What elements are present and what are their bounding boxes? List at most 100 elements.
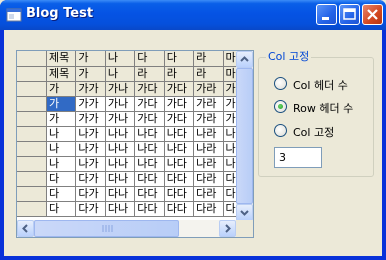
column-header-cell[interactable]: 라	[193, 51, 224, 67]
row-header-cell[interactable]	[17, 141, 47, 157]
grid-cell[interactable]: 다라	[193, 186, 224, 202]
grid-row[interactable]: 가가가가나가다가다가라가마	[17, 81, 253, 97]
grid-cell[interactable]: 다다	[134, 201, 165, 217]
column-header-cell[interactable]: 라	[164, 66, 195, 82]
row-header-cell[interactable]	[17, 186, 47, 202]
grid-row[interactable]: 가가가가나가다가다가라가마	[17, 111, 253, 127]
scroll-left-button[interactable]	[17, 220, 34, 237]
row-header-cell[interactable]	[17, 201, 47, 217]
scroll-down-button[interactable]	[236, 204, 253, 221]
grid-cell[interactable]: 나다	[164, 156, 195, 172]
column-header-cell[interactable]: 가다	[134, 81, 165, 97]
count-input[interactable]: 3	[274, 147, 322, 168]
title-bar[interactable]: Blog Test	[0, 0, 386, 30]
grid-cell[interactable]: 다	[46, 186, 77, 202]
horizontal-scrollbar[interactable]	[17, 220, 236, 237]
grid-cell[interactable]: 나라	[193, 126, 224, 142]
minimize-button[interactable]	[316, 4, 337, 25]
grid-cell[interactable]: 다	[46, 201, 77, 217]
grid-cell[interactable]: 나	[46, 126, 77, 142]
grid-cell[interactable]: 다가	[75, 201, 106, 217]
vertical-scroll-thumb[interactable]	[236, 68, 253, 204]
column-header-cell[interactable]: 나	[105, 66, 136, 82]
grid-cell[interactable]: 가나	[105, 96, 136, 112]
grid-cell[interactable]: 나가	[75, 141, 106, 157]
grid-row[interactable]: 다다가다나다다다다다라다마	[17, 186, 253, 202]
grid-cell[interactable]: 나	[46, 156, 77, 172]
grid-cell[interactable]: 가다	[134, 96, 165, 112]
column-header-cell[interactable]: 가	[75, 66, 106, 82]
grid-cell[interactable]: 가나	[105, 111, 136, 127]
grid-cell[interactable]: 가다	[164, 111, 195, 127]
grid-cell[interactable]: 나가	[75, 156, 106, 172]
column-header-cell[interactable]: 다	[134, 51, 165, 67]
grid-cell[interactable]: 다	[46, 171, 77, 187]
grid-cell[interactable]: 나라	[193, 141, 224, 157]
scroll-up-button[interactable]	[236, 51, 253, 68]
grid-cell[interactable]: 나나	[105, 141, 136, 157]
grid-cell[interactable]: 다나	[105, 171, 136, 187]
grid-row[interactable]: 제목 가 나 라 라 라 마	[17, 66, 253, 82]
column-header-cell[interactable]: 라	[193, 66, 224, 82]
horizontal-scroll-thumb[interactable]	[34, 220, 179, 237]
grid-cell[interactable]: 나다	[134, 126, 165, 142]
column-header-cell[interactable]: 가	[46, 81, 77, 97]
grid-cell[interactable]: 가라	[193, 111, 224, 127]
grid-cell[interactable]: 나가	[75, 126, 106, 142]
grid-cell[interactable]: 가	[46, 96, 77, 112]
grid-cell[interactable]: 가다	[134, 111, 165, 127]
grid-cell[interactable]: 가라	[193, 96, 224, 112]
data-grid[interactable]: 제목가나다다라마제목가나라라라마가가가가나가다가다가라가마가가가가나가다가다가라…	[16, 50, 254, 238]
column-header-cell[interactable]: 가가	[75, 81, 106, 97]
row-header-cell[interactable]	[17, 156, 47, 172]
grid-cell[interactable]: 다가	[75, 171, 106, 187]
column-header-cell[interactable]: 제목	[46, 51, 77, 67]
grid-cell[interactable]: 다다	[164, 171, 195, 187]
vertical-scrollbar[interactable]	[236, 51, 253, 221]
grid-row[interactable]: 다다가다나다다다다다라다마	[17, 201, 253, 217]
grid-cell[interactable]: 나다	[134, 141, 165, 157]
row-header-cell[interactable]	[17, 111, 47, 127]
radio-col-fixed[interactable]: Col 고정	[274, 123, 374, 139]
grid-cell[interactable]: 나다	[164, 126, 195, 142]
grid-cell[interactable]: 다나	[105, 201, 136, 217]
grid-cell[interactable]: 가다	[164, 96, 195, 112]
scroll-right-button[interactable]	[219, 220, 236, 237]
row-header-cell[interactable]	[17, 66, 47, 82]
grid-cell[interactable]: 나다	[134, 156, 165, 172]
grid-cell[interactable]: 나다	[164, 141, 195, 157]
column-header-cell[interactable]: 라	[134, 66, 165, 82]
row-header-cell[interactable]	[17, 126, 47, 142]
column-header-cell[interactable]: 다	[164, 51, 195, 67]
grid-row[interactable]: 다다가다나다다다다다라다마	[17, 171, 253, 187]
grid-cell[interactable]: 가	[46, 111, 77, 127]
grid-cell[interactable]: 다라	[193, 171, 224, 187]
grid-cell[interactable]: 가가	[75, 96, 106, 112]
grid-cell[interactable]: 가가	[75, 111, 106, 127]
grid-cell[interactable]: 나라	[193, 156, 224, 172]
grid-cell[interactable]: 나나	[105, 126, 136, 142]
maximize-button[interactable]	[339, 4, 360, 25]
grid-cell[interactable]: 다다	[134, 186, 165, 202]
column-header-cell[interactable]: 가다	[164, 81, 195, 97]
grid-cell[interactable]: 다다	[164, 186, 195, 202]
row-header-cell[interactable]	[17, 51, 47, 67]
column-header-cell[interactable]: 나	[105, 51, 136, 67]
grid-cell[interactable]: 다가	[75, 186, 106, 202]
grid-row[interactable]: 나나가나나나다나다나라나마	[17, 156, 253, 172]
grid-row[interactable]: 제목 가 나 다 다 라 마	[17, 51, 253, 67]
column-header-cell[interactable]: 제목	[46, 66, 77, 82]
radio-col-header-count[interactable]: Col 헤더 수	[274, 76, 374, 92]
grid-cell[interactable]: 나	[46, 141, 77, 157]
column-header-cell[interactable]: 가나	[105, 81, 136, 97]
grid-cell[interactable]: 다라	[193, 201, 224, 217]
grid-cell[interactable]: 다나	[105, 186, 136, 202]
grid-cell[interactable]: 다다	[134, 171, 165, 187]
grid-cell[interactable]: 다다	[164, 201, 195, 217]
grid-row[interactable]: 나나가나나나다나다나라나마	[17, 141, 253, 157]
row-header-cell[interactable]	[17, 96, 47, 112]
column-header-cell[interactable]: 가	[75, 51, 106, 67]
grid-cell[interactable]: 나나	[105, 156, 136, 172]
column-header-cell[interactable]: 가라	[193, 81, 224, 97]
row-header-cell[interactable]	[17, 171, 47, 187]
